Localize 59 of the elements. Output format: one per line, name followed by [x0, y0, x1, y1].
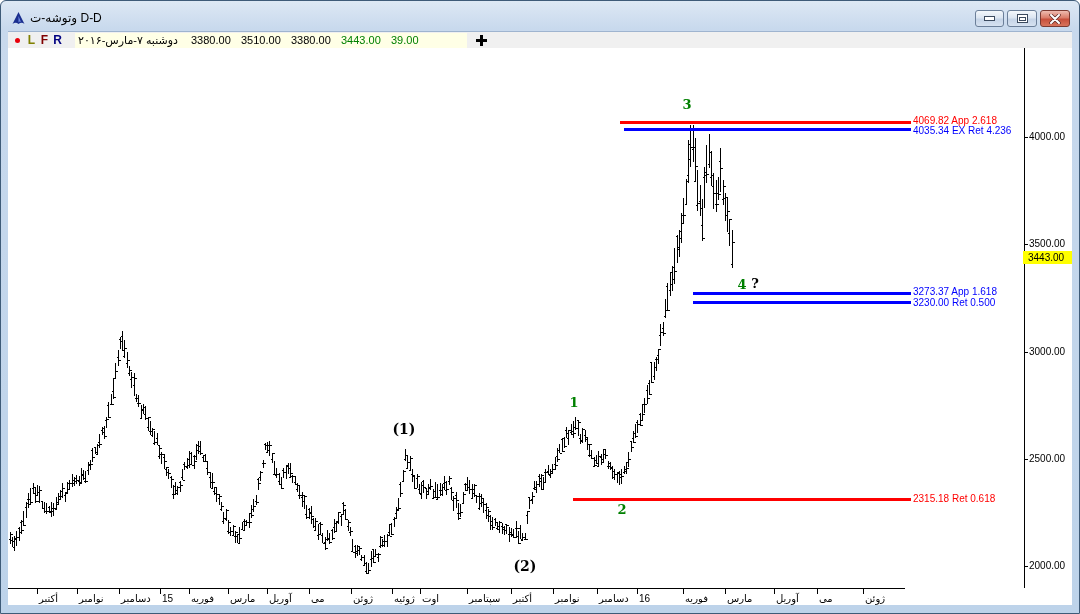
time-axis-label: دسامبر: [599, 592, 629, 605]
quote-value: 3380.00: [191, 34, 231, 46]
logo-icon: [12, 11, 25, 25]
time-axis-label: آوریل: [776, 592, 799, 605]
wave-label: 1: [569, 395, 579, 409]
minimize-button[interactable]: [975, 10, 1004, 27]
level-label: 4035.34 EX Ret 4.236: [913, 126, 1012, 136]
level-label: 4069.82 App 2.618: [913, 116, 997, 126]
time-axis-label: ژوئن: [353, 592, 374, 605]
price-axis-label: 2000.00: [1029, 560, 1066, 572]
price-axis-label: 3500.00: [1029, 238, 1066, 250]
close-button[interactable]: [1040, 10, 1070, 27]
time-axis-label: 15: [162, 592, 174, 605]
time-axis-label: مارس: [727, 592, 753, 605]
time-axis-label: می: [819, 592, 833, 605]
wave-label: (2): [513, 559, 537, 573]
time-axis-label: اوت: [422, 592, 440, 605]
quote-date: دوشنبه ۷-مارس-۲۰۱۶: [78, 33, 179, 47]
time-axis-label: ژوئن: [865, 592, 886, 605]
price-axis-label: 4000.00: [1029, 131, 1066, 143]
quote-value: 3510.00: [241, 34, 281, 46]
time-axis-label: أکتبر: [39, 592, 59, 605]
wave-label: 2: [617, 502, 627, 516]
price-axis-label: 2500.00: [1029, 453, 1066, 465]
time-axis-label: فوریه: [685, 592, 708, 605]
time-axis-label: می: [311, 592, 325, 605]
quote-value: 3380.00: [291, 34, 331, 46]
wave-label: ?: [751, 276, 759, 290]
maximize-button[interactable]: [1007, 10, 1037, 27]
quote-value: 39.00: [391, 34, 420, 46]
toolbar-button[interactable]: R: [51, 32, 64, 48]
wave-label: 3: [682, 97, 692, 111]
time-axis-label: ژوئیه: [394, 592, 415, 605]
price-axis-label: 3000.00: [1029, 346, 1066, 358]
time-axis-label: أکتبر: [513, 592, 533, 605]
toolbar-button[interactable]: L: [25, 32, 38, 48]
time-axis-label: 16: [639, 592, 651, 605]
level-label: 3230.00 Ret 0.500: [913, 298, 996, 308]
close-icon: [1049, 13, 1061, 24]
dot-icon: [15, 37, 20, 43]
wave-label: (1): [392, 422, 416, 436]
toolbar-button[interactable]: F: [38, 32, 51, 48]
level-label: 3273.37 App 1.618: [913, 287, 997, 297]
minimize-icon: [984, 16, 995, 21]
time-axis-label: دسامبر: [121, 592, 151, 605]
quote-value: 3443.00: [341, 34, 381, 46]
time-axis-label: فوریه: [191, 592, 214, 605]
maximize-icon: [1016, 14, 1028, 23]
level-label: 2315.18 Ret 0.618: [913, 494, 996, 504]
wave-label: 4: [737, 277, 747, 291]
time-axis-label: نوامبر: [555, 592, 580, 605]
time-axis-label: مارس: [230, 592, 256, 605]
plus-icon: [476, 34, 487, 46]
time-axis-label: سپتامبر: [469, 592, 501, 605]
time-axis-label: آوریل: [269, 592, 292, 605]
add-button[interactable]: [476, 34, 487, 46]
last-price-label: 3443.00: [1023, 251, 1072, 264]
time-axis-label: نوامبر: [79, 592, 104, 605]
window-title: وتوشه-ت D-D: [30, 11, 102, 25]
